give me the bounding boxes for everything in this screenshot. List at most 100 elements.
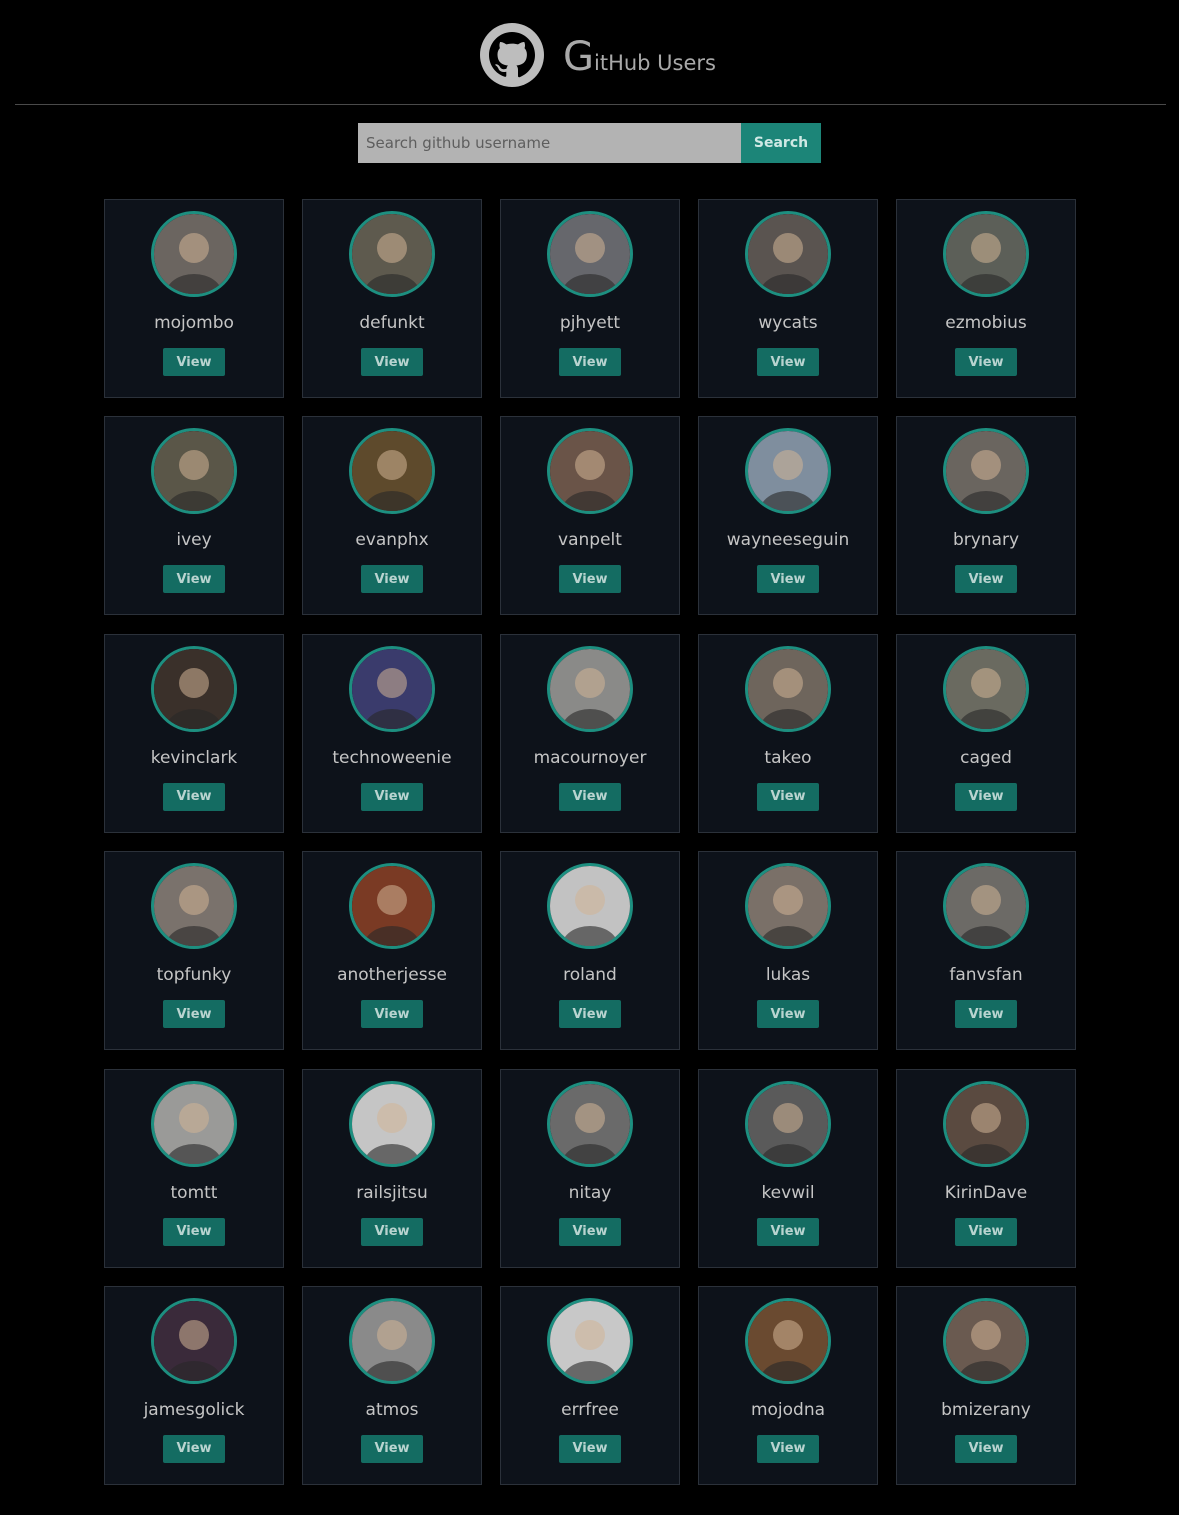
avatar-image: [748, 214, 828, 294]
view-user-button[interactable]: View: [361, 1217, 423, 1246]
username: wycats: [758, 313, 818, 333]
username: defunkt: [359, 313, 425, 333]
avatar: [745, 1080, 831, 1167]
user-card: macournoyer View: [500, 633, 680, 833]
username: caged: [960, 747, 1012, 768]
avatar-image: [946, 431, 1026, 512]
view-user-button[interactable]: View: [955, 1217, 1017, 1246]
view-user-button[interactable]: View: [163, 782, 225, 811]
username: ivey: [176, 530, 212, 551]
view-user-button[interactable]: View: [757, 1000, 819, 1029]
user-card: caged View: [896, 633, 1076, 833]
avatar-image: [946, 1300, 1026, 1381]
username: wayneeseguin: [726, 530, 850, 551]
view-user-button[interactable]: View: [361, 1434, 423, 1463]
user-card: wayneeseguin View: [698, 416, 878, 616]
username: roland: [563, 965, 617, 986]
user-grid: mojombo View defunkt View pjhyett View wycats V…: [104, 199, 1076, 1485]
view-user-button[interactable]: View: [163, 1434, 225, 1463]
search-bar: Search: [358, 123, 821, 163]
user-card: jamesgolick View: [104, 1285, 284, 1485]
view-user-button[interactable]: View: [757, 782, 819, 811]
avatar-image: [550, 866, 630, 947]
username: anotherjesse: [337, 965, 447, 986]
view-user-button[interactable]: View: [361, 565, 423, 594]
avatar: [943, 211, 1029, 297]
user-card: mojombo View: [104, 199, 284, 398]
view-user-button[interactable]: View: [559, 1000, 621, 1029]
view-user-button[interactable]: View: [361, 348, 423, 376]
view-user-button[interactable]: View: [559, 348, 621, 376]
username: pjhyett: [559, 313, 621, 333]
avatar: [943, 1297, 1029, 1384]
avatar-image: [550, 1300, 630, 1381]
avatar: [349, 211, 435, 297]
view-user-button[interactable]: View: [955, 782, 1017, 811]
user-card: technoweenie View: [302, 633, 482, 833]
view-user-button[interactable]: View: [757, 565, 819, 594]
avatar-image: [352, 648, 432, 729]
view-user-button[interactable]: View: [955, 1434, 1017, 1463]
user-card: kevinclark View: [104, 633, 284, 833]
view-user-button[interactable]: View: [757, 1217, 819, 1246]
github-octocat-icon: [480, 23, 544, 87]
view-user-button[interactable]: View: [361, 1000, 423, 1029]
avatar: [349, 1080, 435, 1167]
username: takeo: [764, 747, 812, 768]
username: evanphx: [355, 530, 429, 551]
username: mojombo: [154, 313, 234, 333]
avatar-image: [946, 1083, 1026, 1164]
view-user-button[interactable]: View: [163, 565, 225, 594]
view-user-button[interactable]: View: [559, 782, 621, 811]
view-user-button[interactable]: View: [955, 348, 1017, 376]
view-user-button[interactable]: View: [559, 1217, 621, 1246]
username: atmos: [365, 1399, 419, 1420]
page-title: GitHub Users: [563, 34, 716, 80]
user-card: errfree View: [500, 1285, 680, 1485]
avatar: [745, 211, 831, 297]
user-card: roland View: [500, 851, 680, 1051]
username: KirinDave: [944, 1182, 1028, 1203]
view-user-button[interactable]: View: [163, 1000, 225, 1029]
page-title-initial: G: [563, 34, 594, 80]
view-user-button[interactable]: View: [163, 1217, 225, 1246]
view-user-button[interactable]: View: [955, 565, 1017, 594]
avatar: [745, 645, 831, 732]
avatar: [943, 863, 1029, 950]
avatar-image: [352, 866, 432, 947]
avatar: [547, 1080, 633, 1167]
username: jamesgolick: [143, 1399, 245, 1420]
avatar: [943, 645, 1029, 732]
user-card: bmizerany View: [896, 1285, 1076, 1485]
avatar-image: [550, 214, 630, 294]
avatar: [349, 863, 435, 950]
header-divider: [15, 104, 1166, 105]
avatar: [745, 863, 831, 950]
avatar-image: [946, 648, 1026, 729]
view-user-button[interactable]: View: [757, 348, 819, 376]
avatar-image: [550, 1083, 630, 1164]
view-user-button[interactable]: View: [757, 1434, 819, 1463]
search-button[interactable]: Search: [741, 123, 821, 163]
view-user-button[interactable]: View: [163, 348, 225, 376]
user-card: brynary View: [896, 416, 1076, 616]
avatar-image: [550, 431, 630, 512]
page-title-rest: itHub Users: [594, 51, 716, 75]
username: tomtt: [170, 1182, 218, 1203]
user-card: ezmobius View: [896, 199, 1076, 398]
view-user-button[interactable]: View: [559, 565, 621, 594]
user-card: railsjitsu View: [302, 1068, 482, 1268]
avatar-image: [154, 431, 234, 512]
avatar: [547, 428, 633, 515]
search-input[interactable]: [358, 123, 741, 163]
view-user-button[interactable]: View: [361, 782, 423, 811]
avatar-image: [352, 1300, 432, 1381]
avatar-image: [154, 1083, 234, 1164]
view-user-button[interactable]: View: [559, 1434, 621, 1463]
user-card: wycats View: [698, 199, 878, 398]
avatar: [151, 428, 237, 515]
avatar: [943, 1080, 1029, 1167]
username: technoweenie: [332, 747, 452, 768]
avatar: [151, 1080, 237, 1167]
view-user-button[interactable]: View: [955, 1000, 1017, 1029]
